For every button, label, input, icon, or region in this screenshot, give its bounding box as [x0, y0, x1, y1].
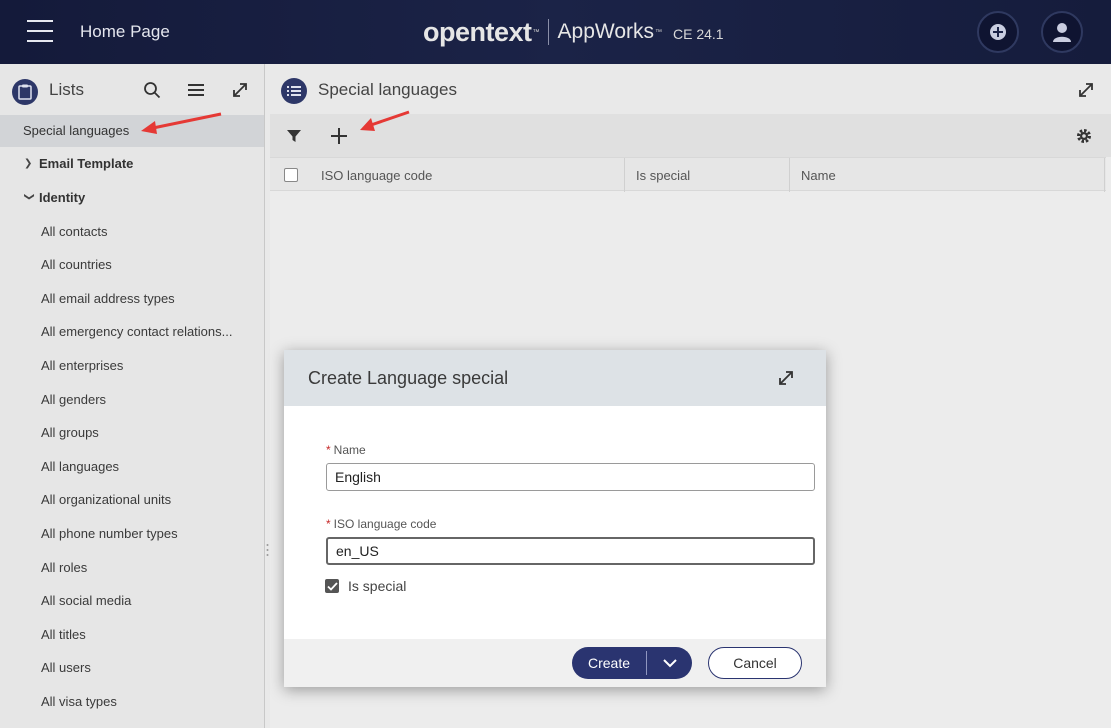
nav-item-all-emergency-contact-relations[interactable]: All emergency contact relations... — [0, 316, 264, 346]
list-toolbar — [270, 114, 1111, 157]
is-special-label: Is special — [348, 578, 407, 594]
brand-opentext: opentext — [423, 16, 532, 47]
gear-icon[interactable] — [1072, 124, 1096, 148]
nav-item-all-enterprises[interactable]: All enterprises — [0, 350, 264, 380]
nav-item-all-social-media[interactable]: All social media — [0, 585, 264, 615]
iso-language-code-field[interactable] — [326, 537, 815, 565]
nav-item-all-contacts[interactable]: All contacts — [0, 216, 264, 246]
required-asterisk: * — [326, 443, 331, 457]
dialog-title: Create Language special — [308, 368, 509, 388]
nav-item-all-countries[interactable]: All countries — [0, 249, 264, 279]
filter-icon[interactable] — [282, 124, 306, 148]
expand-icon[interactable] — [1074, 78, 1098, 102]
column-name[interactable]: Name — [801, 158, 836, 192]
brand-edition: CE 24.1 — [673, 26, 724, 42]
create-options-dropdown[interactable] — [647, 658, 692, 668]
search-icon[interactable] — [140, 78, 164, 102]
brand-appworks: AppWorks — [557, 20, 654, 43]
lists-panel-header: Lists — [0, 64, 264, 114]
required-asterisk: * — [326, 517, 331, 531]
grid-header: ISO language code Is special Name — [270, 157, 1106, 192]
iso-language-code-label: * ISO language code — [326, 517, 437, 531]
expand-icon[interactable] — [774, 366, 798, 390]
expand-icon[interactable] — [228, 78, 252, 102]
lists-title: Lists — [49, 80, 84, 99]
hamburger-menu-icon[interactable] — [27, 20, 53, 44]
nav-item-all-visa-types[interactable]: All visa types — [0, 686, 264, 716]
select-all-checkbox[interactable] — [284, 168, 298, 182]
nav-item-all-users[interactable]: All users — [0, 652, 264, 682]
chevron-down-icon: ❯ — [23, 192, 35, 201]
list-icon — [281, 78, 307, 104]
nav-group-label: Identity — [39, 189, 86, 205]
nav-item-all-organizational-units[interactable]: All organizational units — [0, 484, 264, 514]
column-iso-language-code[interactable]: ISO language code — [321, 158, 432, 192]
page-title: Home Page — [80, 22, 170, 41]
brand-tm: ™ — [532, 28, 540, 36]
dialog-footer: Create Cancel — [284, 639, 826, 687]
name-label: * Name — [326, 443, 366, 457]
special-languages-title: Special languages — [318, 80, 457, 99]
chevron-down-icon — [662, 659, 677, 668]
user-icon — [1053, 23, 1071, 42]
nav-item-all-titles[interactable]: All titles — [0, 619, 264, 649]
create-language-special-dialog: Create Language special *Name *ISO langu… — [284, 350, 826, 687]
clipboard-icon — [12, 79, 38, 105]
nav-item-all-email-address-types[interactable]: All email address types — [0, 283, 264, 313]
column-is-special[interactable]: Is special — [636, 158, 690, 192]
column-divider — [624, 158, 625, 192]
nav-item-special-languages[interactable]: Special languages — [0, 115, 264, 147]
brand-app-tm: ™ — [655, 28, 662, 36]
lists-panel: Lists Special languages ❯ Email Template… — [0, 64, 265, 728]
column-divider — [1104, 158, 1105, 192]
special-languages-header: Special languages — [270, 64, 1111, 114]
nav-group-label: Email Template — [39, 155, 134, 171]
user-profile-button[interactable] — [1041, 11, 1083, 53]
nav-item-all-roles[interactable]: All roles — [0, 552, 264, 582]
nav-group-email-template[interactable]: ❯ Email Template — [0, 148, 264, 178]
nav-item-all-languages[interactable]: All languages — [0, 451, 264, 481]
plus-circle-icon — [990, 24, 1006, 40]
nav-item-all-phone-number-types[interactable]: All phone number types — [0, 518, 264, 548]
create-button[interactable]: Create — [572, 647, 692, 679]
dialog-header: Create Language special — [284, 350, 826, 406]
nav-item-all-genders[interactable]: All genders — [0, 384, 264, 414]
column-divider — [789, 158, 790, 192]
panel-splitter[interactable] — [265, 540, 270, 560]
is-special-checkbox[interactable] — [325, 579, 339, 593]
add-button[interactable] — [977, 11, 1019, 53]
top-bar: Home Page opentext ™ AppWorks ™ CE 24.1 — [0, 0, 1111, 64]
checkmark-icon — [326, 581, 338, 591]
nav-item-all-groups[interactable]: All groups — [0, 417, 264, 447]
list-menu-icon[interactable] — [184, 78, 208, 102]
create-button-label: Create — [587, 655, 631, 671]
brand-divider — [547, 19, 549, 45]
add-item-icon[interactable] — [327, 124, 351, 148]
name-field[interactable] — [326, 463, 815, 491]
cancel-button[interactable]: Cancel — [708, 647, 802, 679]
chevron-right-icon: ❯ — [24, 157, 33, 169]
brand-logo: opentext ™ AppWorks ™ CE 24.1 — [423, 16, 724, 48]
nav-group-identity[interactable]: ❯ Identity — [0, 182, 264, 212]
